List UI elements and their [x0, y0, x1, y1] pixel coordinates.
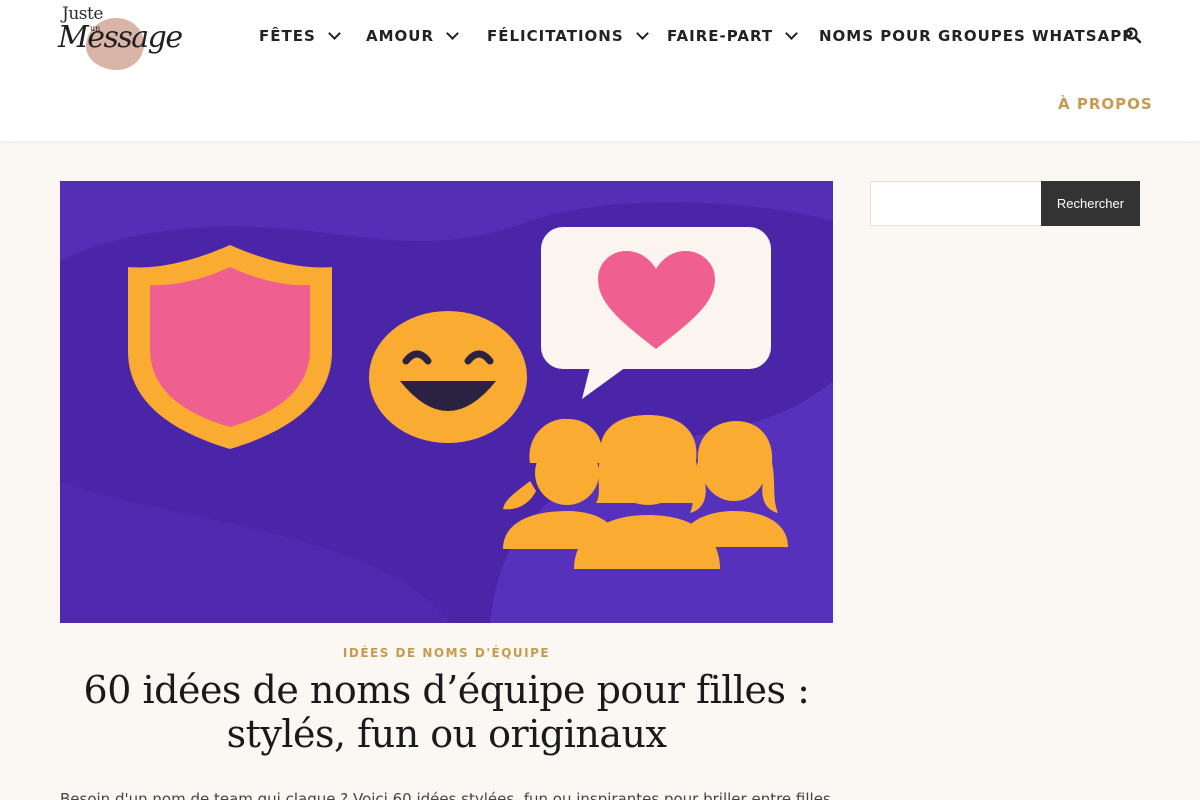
post-category[interactable]: IDÉES DE NOMS D'ÉQUIPE [60, 646, 833, 660]
main-navigation: FÊTES AMOUR FÉLICITATIONS FAIRE-PART NOM… [0, 24, 1200, 48]
chevron-down-icon [635, 27, 649, 40]
post-title-line-1: 60 idées de noms d’équipe pour filles : [83, 668, 810, 712]
nav-item-faire-part[interactable]: FAIRE-PART [667, 24, 798, 48]
nav-item-label: FÊTES [259, 27, 316, 45]
post-excerpt: Besoin d'un nom de team qui claque ? Voi… [60, 790, 833, 800]
group-of-people-icon [503, 415, 788, 569]
nav-item-label: AMOUR [366, 27, 435, 45]
nav-item-a-propos[interactable]: À PROPOS [1058, 95, 1153, 113]
nav-item-amour[interactable]: AMOUR [366, 24, 459, 48]
search-submit-button[interactable]: Rechercher [1041, 181, 1140, 226]
nav-item-felicitations[interactable]: FÉLICITATIONS [487, 24, 649, 48]
featured-illustration [60, 181, 833, 623]
chevron-down-icon [327, 27, 341, 40]
site-header: Juste un Message FÊTES AMOUR FÉLICITATIO… [0, 0, 1200, 141]
chevron-down-icon [785, 27, 798, 40]
nav-item-label: NOMS POUR GROUPES WHATSAPP [819, 27, 1135, 45]
smiley-icon [369, 311, 527, 443]
post-title[interactable]: 60 idées de noms d’équipe pour filles : … [60, 668, 833, 756]
sidebar-search-input[interactable] [870, 181, 1042, 226]
search-icon[interactable] [1124, 26, 1142, 44]
chevron-down-icon [446, 27, 459, 40]
nav-item-fetes[interactable]: FÊTES [259, 24, 341, 48]
post-title-line-2: stylés, fun ou originaux [226, 712, 667, 756]
featured-image[interactable] [60, 181, 833, 623]
nav-item-label: FAIRE-PART [667, 27, 774, 45]
nav-item-noms-groupes-whatsapp[interactable]: NOMS POUR GROUPES WHATSAPP [819, 24, 1134, 48]
nav-item-label: FÉLICITATIONS [487, 27, 624, 45]
